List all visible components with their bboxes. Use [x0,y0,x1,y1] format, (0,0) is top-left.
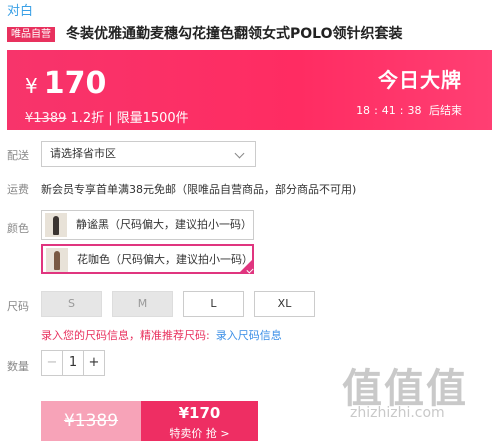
shipping-info: 新会员专享首单满38元免邮（限唯品自营商品，部分商品不可用) [41,183,357,196]
shipping-label: 运费 [7,183,29,196]
color-label: 颜色 [7,222,29,235]
delivery-label: 配送 [7,149,29,162]
currency-symbol: ¥ [25,74,38,98]
original-price: ¥1389 [25,111,67,126]
product-thumbnail [46,248,68,272]
countdown-suffix: 后结束 [429,104,462,117]
countdown-hours: 18 [356,104,371,117]
brand-name[interactable]: 对白 [7,0,33,19]
selected-check-icon [238,258,254,274]
quantity-label: 数量 [7,360,29,373]
countdown-colon: : [399,104,404,117]
size-hint: 录入您的尺码信息，精准推荐尺码: 录入尺码信息 [41,327,282,343]
color-option-label: 静谧黑（尺码偏大，建议拍小一码） [76,218,252,231]
color-option-coffee[interactable]: 花咖色（尺码偏大，建议拍小一码） [41,244,254,274]
stock-limit: 限量1500件 [116,111,189,126]
region-select[interactable]: 请选择省市区 [41,141,256,167]
size-option-s[interactable]: S [41,291,102,317]
size-option-xl[interactable]: XL [254,291,315,317]
product-title: 冬装优雅通勤麦穗勾花撞色翻领女式POLO领针织套装 [66,26,403,42]
size-hint-text: 录入您的尺码信息，精准推荐尺码: [41,329,210,342]
size-option-m[interactable]: M [112,291,173,317]
buy-action-label: 特卖价 抢 > [169,427,230,440]
countdown-seconds: 38 [407,104,422,117]
chevron-down-icon [234,148,245,159]
divider: | [108,111,113,126]
sale-price-value: 170 [43,66,107,101]
quantity-stepper: − 1 + [41,350,105,376]
site-watermark-url: zhizhizhi.com [350,405,445,421]
quantity-input[interactable]: 1 [63,351,83,375]
buy-price: ¥170 [178,404,221,422]
self-operated-badge: 唯品自营 [7,27,55,42]
color-option-black[interactable]: 静谧黑（尺码偏大，建议拍小一码） [41,210,254,240]
enter-size-link[interactable]: 录入尺码信息 [216,329,282,342]
promo-title: 今日大牌 [378,68,462,92]
discount-rate: 1.2折 [70,111,105,126]
original-price-button[interactable]: ¥1389 [41,401,141,441]
countdown-colon: : [374,104,378,117]
region-select-value: 请选择省市区 [50,147,116,160]
countdown-minutes: 41 [381,104,396,117]
countdown-timer: 18:41:38 后结束 [354,102,464,118]
price-subline: ¥1389 1.2折 | 限量1500件 [25,107,189,126]
sale-price: ¥170 [25,66,106,101]
buy-now-button[interactable]: ¥170 特卖价 抢 > [141,401,258,441]
size-option-l[interactable]: L [183,291,244,317]
price-banner: ¥170 ¥1389 1.2折 | 限量1500件 今日大牌 18:41:38 后结… [7,50,492,130]
decrease-button[interactable]: − [42,351,63,375]
size-label: 尺码 [7,300,29,313]
product-thumbnail [45,213,67,237]
color-option-label: 花咖色（尺码偏大，建议拍小一码） [77,253,253,266]
increase-button[interactable]: + [83,351,104,375]
